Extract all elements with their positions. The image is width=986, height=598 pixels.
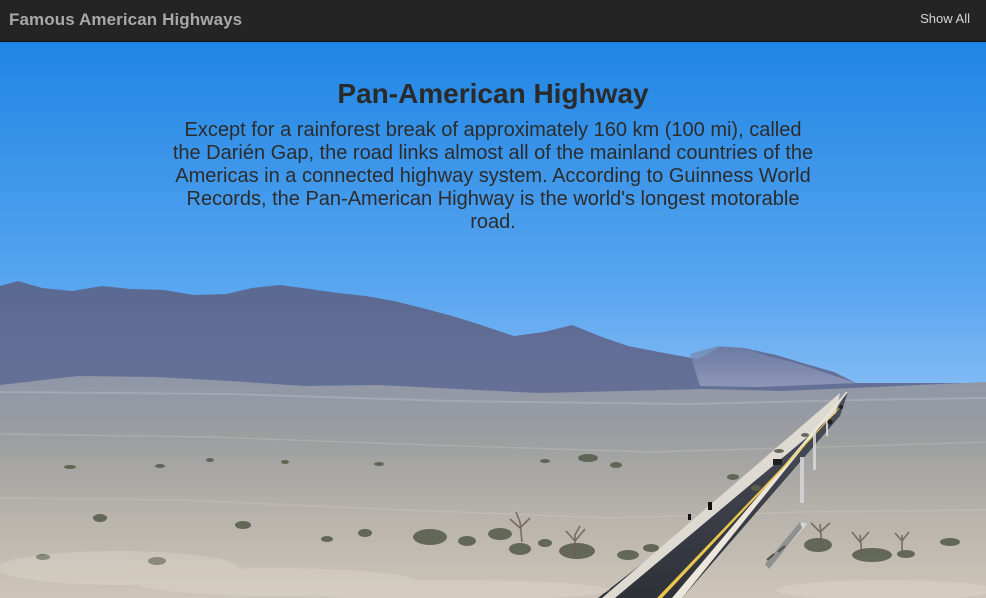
site-title: Famous American Highways <box>9 10 243 29</box>
page-title: Pan-American Highway <box>337 78 649 109</box>
hero-description: Except for a rainforest break of approxi… <box>172 119 814 233</box>
show-all-link[interactable]: Show All <box>920 11 970 26</box>
top-navigation-bar: Famous American Highways Show All <box>0 0 986 42</box>
hero-copy: Pan-American Highway Except for a rainfo… <box>0 78 986 234</box>
page: Famous American Highways Show All Pan-Am… <box>0 0 986 598</box>
